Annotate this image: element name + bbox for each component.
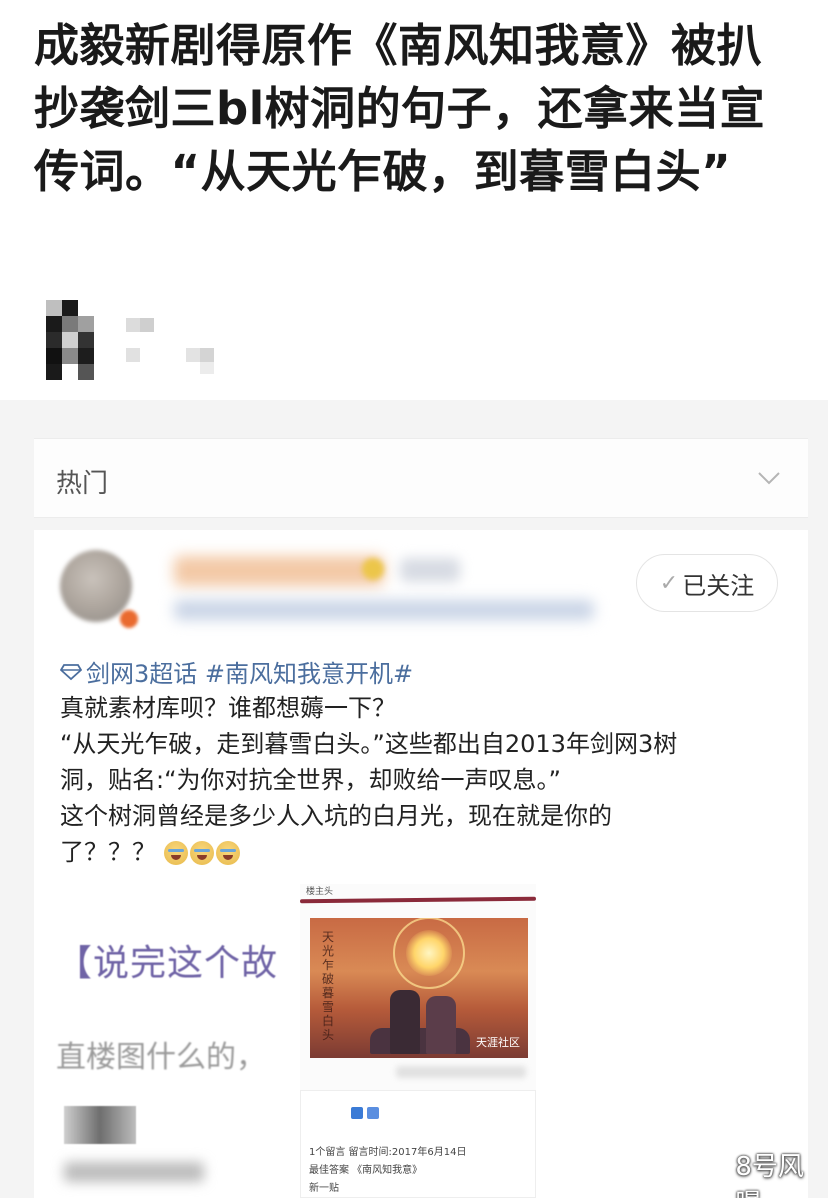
- weibo-post-card: ✓ 已关注 剑网3超话 #南风知我意开机# 真就素材库呗？谁都想薅一下？ “从天…: [34, 530, 808, 1198]
- watermark: 8号风曝: [696, 1146, 828, 1198]
- sun-icon: [406, 930, 452, 976]
- blurred-row: [396, 1066, 526, 1078]
- embedded-screenshot-2[interactable]: 1个留言 留言时间:2017年6月14日 最佳答案 《南风知我意》 新一贴: [300, 1090, 536, 1198]
- hot-label: 热门: [56, 469, 109, 499]
- follow-label: 已关注: [682, 571, 755, 600]
- embedded-screenshot[interactable]: 楼主头 天光乍破暮雪白头 天涯社区: [299, 884, 537, 1100]
- embedded-image-text: 直楼图什么的，: [56, 1040, 266, 1075]
- screenshot-row: 最佳答案 《南风知我意》: [309, 1165, 423, 1176]
- diamond-icon: [60, 663, 82, 680]
- topic-text: 剑网3超话 #南风知我意开机#: [86, 660, 414, 688]
- post-body: 真就素材库呗？谁都想薅一下？ “从天光乍破，走到暮雪白头。”这些都出自2013年…: [60, 690, 760, 870]
- chevron-down-icon[interactable]: [756, 465, 782, 491]
- watermark-text: 8号风曝: [735, 1152, 804, 1198]
- crying-emoji-group: [163, 841, 240, 865]
- thumbnail-image[interactable]: [64, 1106, 136, 1144]
- app-icon: [351, 1107, 363, 1119]
- screenshot-row: 新一贴: [309, 1183, 339, 1194]
- check-icon: ✓: [659, 570, 679, 596]
- blurred-post-meta: [174, 600, 594, 620]
- topic-link[interactable]: 剑网3超话 #南风知我意开机#: [60, 654, 413, 689]
- red-underline: [299, 896, 537, 904]
- screenshot-label: 楼主头: [306, 887, 334, 897]
- hot-section-header[interactable]: 热门: [34, 438, 808, 518]
- post-line: 洞，贴名:“为你对抗全世界，却败给一声叹息。”: [60, 766, 561, 794]
- blurred-username[interactable]: [174, 556, 384, 586]
- post-line: “从天光乍破，走到暮雪白头。”这些都出自2013年剑网3树: [60, 730, 678, 758]
- figure-silhouette: [390, 990, 420, 1054]
- headline: 成毅新剧得原作《南风知我意》被扒抄袭剑三bl树洞的句子，还拿来当宣传词。“从天光…: [34, 19, 766, 198]
- embedded-image-text: 【说完这个故: [56, 943, 279, 984]
- post-line-last: 了？？？: [60, 834, 760, 870]
- blurred-tag: [400, 558, 460, 582]
- poster-brand: 天涯社区: [476, 1036, 520, 1049]
- post-line: 这个树洞曾经是多少人入坑的白月光，现在就是你的: [60, 802, 612, 830]
- blurred-caption: [64, 1162, 204, 1182]
- screenshot-row: 1个留言 留言时间:2017年6月14日: [309, 1147, 467, 1158]
- wechat-icon: [696, 1170, 729, 1195]
- crying-emoji-icon: [189, 841, 214, 865]
- follow-button[interactable]: ✓ 已关注: [636, 554, 778, 612]
- post-line: 真就素材库呗？谁都想薅一下？: [60, 694, 396, 722]
- level-badge: [362, 558, 384, 580]
- verified-badge: [120, 610, 138, 628]
- app-icon: [367, 1107, 379, 1119]
- figure-silhouette: [426, 996, 456, 1054]
- crying-emoji-icon: [163, 841, 188, 865]
- poster-title: 天光乍破暮雪白头: [322, 930, 335, 1042]
- post-line: 了？？？: [60, 838, 156, 866]
- avatar[interactable]: [60, 550, 132, 622]
- drama-poster-image[interactable]: 天光乍破暮雪白头 天涯社区: [310, 918, 528, 1058]
- blurred-author: [46, 300, 226, 382]
- crying-emoji-icon: [215, 841, 240, 865]
